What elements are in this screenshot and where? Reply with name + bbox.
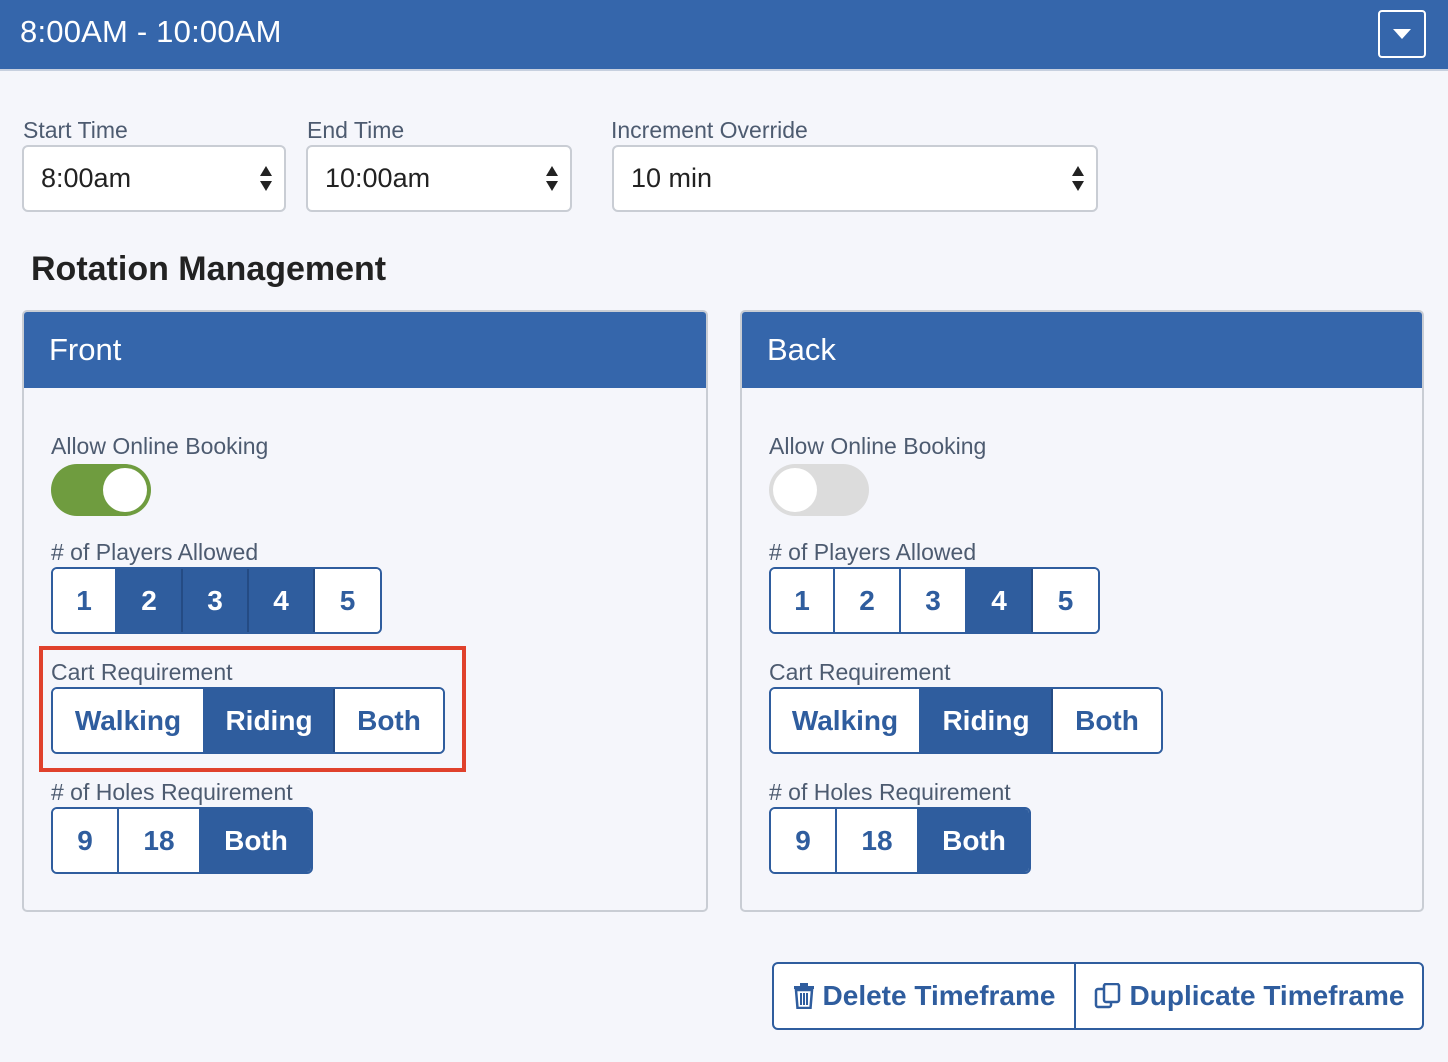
front-cart-riding[interactable]: Riding xyxy=(205,689,335,752)
back-holes-both[interactable]: Both xyxy=(919,809,1029,872)
front-cart-label: Cart Requirement xyxy=(51,659,233,685)
back-cart-walking[interactable]: Walking xyxy=(771,689,921,752)
back-rotation-panel: Back Allow Online Booking # of Players A… xyxy=(740,310,1424,912)
front-holes-9[interactable]: 9 xyxy=(53,809,119,872)
front-holes-both[interactable]: Both xyxy=(201,809,311,872)
start-time-value: 8:00am xyxy=(41,163,132,193)
caret-down-icon xyxy=(1393,29,1411,39)
back-cart-riding[interactable]: Riding xyxy=(921,689,1053,752)
end-time-value: 10:00am xyxy=(325,163,431,193)
back-holes-18[interactable]: 18 xyxy=(837,809,919,872)
timeframe-title: 8:00AM - 10:00AM xyxy=(20,14,282,49)
sort-arrows-icon xyxy=(546,164,560,194)
timeframe-actions: Delete Timeframe Duplicate Timeframe xyxy=(772,962,1424,1030)
front-cart-both[interactable]: Both xyxy=(335,689,443,752)
start-time-select[interactable]: 8:00am xyxy=(22,145,286,212)
back-players-4[interactable]: 4 xyxy=(967,569,1033,632)
front-panel-header: Front xyxy=(24,312,706,388)
back-players-label: # of Players Allowed xyxy=(769,539,977,565)
increment-override-select[interactable]: 10 min xyxy=(612,145,1098,212)
trash-icon xyxy=(793,983,814,1009)
back-holes-label: # of Holes Requirement xyxy=(769,779,1011,805)
copy-icon xyxy=(1094,983,1120,1009)
front-panel-title: Front xyxy=(49,332,122,367)
front-rotation-panel: Front Allow Online Booking # of Players … xyxy=(22,310,708,912)
front-players-5[interactable]: 5 xyxy=(315,569,380,632)
back-players-group: 1 2 3 4 5 xyxy=(769,567,1100,634)
front-holes-group: 9 18 Both xyxy=(51,807,313,874)
front-players-4[interactable]: 4 xyxy=(249,569,315,632)
back-players-2[interactable]: 2 xyxy=(835,569,901,632)
back-online-booking-label: Allow Online Booking xyxy=(769,433,987,459)
back-online-booking-toggle[interactable] xyxy=(769,464,869,516)
back-cart-both[interactable]: Both xyxy=(1053,689,1161,752)
back-holes-9[interactable]: 9 xyxy=(771,809,837,872)
back-cart-label: Cart Requirement xyxy=(769,659,951,685)
front-holes-label: # of Holes Requirement xyxy=(51,779,293,805)
toggle-knob xyxy=(773,468,817,512)
front-cart-group: Walking Riding Both xyxy=(51,687,445,754)
back-panel-title: Back xyxy=(767,332,836,367)
timeframe-header: 8:00AM - 10:00AM xyxy=(0,0,1448,71)
back-cart-group: Walking Riding Both xyxy=(769,687,1163,754)
back-players-5[interactable]: 5 xyxy=(1033,569,1098,632)
back-players-1[interactable]: 1 xyxy=(771,569,835,632)
start-time-label: Start Time xyxy=(23,117,128,143)
front-players-group: 1 2 3 4 5 xyxy=(51,567,382,634)
sort-arrows-icon xyxy=(1072,164,1086,194)
delete-timeframe-button[interactable]: Delete Timeframe xyxy=(774,964,1076,1028)
sort-arrows-icon xyxy=(260,164,274,194)
front-cart-walking[interactable]: Walking xyxy=(53,689,205,752)
front-players-label: # of Players Allowed xyxy=(51,539,259,565)
front-online-booking-label: Allow Online Booking xyxy=(51,433,269,459)
front-holes-18[interactable]: 18 xyxy=(119,809,201,872)
end-time-select[interactable]: 10:00am xyxy=(306,145,572,212)
rotation-management-heading: Rotation Management xyxy=(31,250,387,288)
back-panel-header: Back xyxy=(742,312,1422,388)
front-players-1[interactable]: 1 xyxy=(53,569,117,632)
collapse-dropdown-button[interactable] xyxy=(1378,10,1426,58)
increment-override-label: Increment Override xyxy=(611,117,808,143)
back-holes-group: 9 18 Both xyxy=(769,807,1031,874)
back-players-3[interactable]: 3 xyxy=(901,569,967,632)
front-players-2[interactable]: 2 xyxy=(117,569,183,632)
front-online-booking-toggle[interactable] xyxy=(51,464,151,516)
end-time-label: End Time xyxy=(307,117,405,143)
increment-override-value: 10 min xyxy=(631,163,713,193)
toggle-knob xyxy=(103,468,147,512)
delete-timeframe-label: Delete Timeframe xyxy=(822,980,1056,1011)
front-players-3[interactable]: 3 xyxy=(183,569,249,632)
duplicate-timeframe-button[interactable]: Duplicate Timeframe xyxy=(1076,964,1422,1028)
duplicate-timeframe-label: Duplicate Timeframe xyxy=(1129,980,1405,1011)
